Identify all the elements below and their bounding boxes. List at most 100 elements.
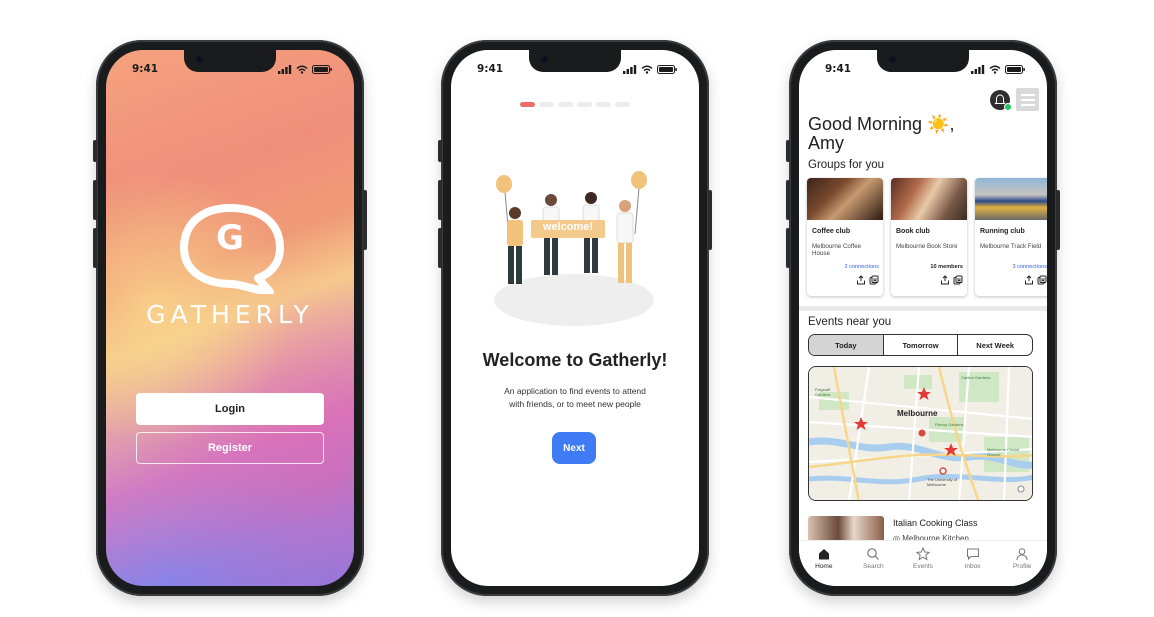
status-time: 9:41 — [132, 63, 159, 75]
battery-icon — [1005, 64, 1025, 74]
share-icon[interactable] — [1024, 275, 1034, 285]
logo-letter: G — [216, 218, 244, 258]
save-icon[interactable] — [869, 275, 879, 285]
share-icon[interactable] — [856, 275, 866, 285]
volume-down-button — [438, 228, 442, 268]
tab-next-week[interactable]: Next Week — [958, 335, 1032, 355]
menu-bar — [1020, 93, 1035, 96]
map-place-label: The University of Melbourne — [927, 477, 958, 487]
nav-inbox[interactable]: Inbox — [953, 547, 993, 586]
phone-home: 9:41 Good Morning ☀️, Amy Groups for you… — [786, 40, 1060, 596]
events-section-title: Events near you — [808, 316, 892, 328]
save-icon[interactable] — [1037, 275, 1047, 285]
group-location: Melbourne Coffee House — [812, 243, 862, 257]
power-button — [1056, 190, 1060, 250]
brand-name: GATHERLY — [146, 300, 314, 329]
nav-label: Profile — [1012, 563, 1032, 570]
map-place-label: Melbourne Cricket Ground — [987, 447, 1020, 457]
signal-icon — [278, 64, 292, 74]
events-map[interactable]: Melbourne Flagstaff Gardens Fitzroy Gard… — [808, 366, 1033, 501]
volume-up-button — [786, 180, 790, 220]
map-place-label: Carlton Gardens — [961, 375, 991, 380]
volume-down-button — [786, 228, 790, 268]
nav-profile[interactable]: Profile — [1002, 547, 1042, 586]
tab-today[interactable]: Today — [809, 335, 884, 355]
group-actions — [1024, 275, 1047, 285]
home-icon — [818, 549, 829, 560]
greeting-name: Amy — [808, 133, 844, 153]
register-button[interactable]: Register — [136, 432, 324, 464]
power-button — [363, 190, 367, 250]
progress-dot — [539, 102, 554, 107]
notifications-avatar-button[interactable] — [990, 89, 1012, 111]
search-icon — [867, 548, 880, 560]
volume-down-button — [93, 228, 97, 268]
wifi-icon — [989, 65, 1001, 74]
group-name: Coffee club — [812, 228, 851, 235]
group-meta: 2 connections — [844, 264, 879, 270]
welcome-illustration — [494, 171, 654, 326]
menu-bar — [1020, 98, 1035, 101]
map-city-label: Melbourne — [897, 409, 938, 418]
group-meta: 3 connections — [1012, 264, 1047, 270]
nav-label: Home — [815, 563, 833, 570]
volume-up-button — [93, 180, 97, 220]
nav-label: Events — [913, 563, 933, 570]
progress-dot — [596, 102, 611, 107]
group-location: Melbourne Track Field — [980, 243, 1042, 250]
date-filter-tabs: Today Tomorrow Next Week — [808, 334, 1033, 356]
brand-logo: G GATHERLY — [106, 200, 354, 329]
status-bar: 9:41 — [825, 62, 1025, 76]
header-actions — [990, 88, 1039, 111]
volume-up-button — [438, 180, 442, 220]
nav-label: Inbox — [964, 563, 981, 570]
wifi-icon — [641, 65, 653, 74]
group-card[interactable]: Book club Melbourne Book Store 10 member… — [891, 178, 967, 296]
share-icon[interactable] — [940, 275, 950, 285]
event-title: Italian Cooking Class — [893, 518, 978, 528]
section-divider — [799, 306, 1047, 311]
mute-switch — [438, 140, 442, 162]
group-meta: 10 members — [930, 264, 963, 270]
signal-icon — [623, 64, 637, 74]
online-indicator — [1004, 102, 1012, 111]
coffee-photo — [807, 178, 883, 220]
group-card[interactable]: Coffee club Melbourne Coffee House 2 con… — [807, 178, 883, 296]
nav-home[interactable]: Home — [804, 547, 844, 586]
groups-carousel[interactable]: Coffee club Melbourne Coffee House 2 con… — [807, 178, 1047, 296]
power-button — [708, 190, 712, 250]
splash-screen: 9:41 G GATHERLY Login Register — [106, 50, 354, 586]
welcome-subtitle-line1: An application to find events to attend — [504, 386, 646, 396]
book-photo — [891, 178, 967, 220]
battery-icon — [657, 64, 677, 74]
status-icons — [971, 64, 1025, 74]
status-icons — [278, 64, 332, 74]
progress-dot-active — [520, 102, 535, 107]
tab-tomorrow[interactable]: Tomorrow — [884, 335, 959, 355]
map-place-label: Fitzroy Gardens — [935, 422, 964, 427]
running-photo — [975, 178, 1047, 220]
nav-label: Search — [863, 563, 884, 570]
mockup-stage: 9:41 G GATHERLY Login Register 9:41 welc… — [0, 0, 1154, 617]
next-button[interactable]: Next — [552, 432, 596, 464]
status-bar: 9:41 — [477, 62, 677, 76]
nav-search[interactable]: Search — [853, 547, 893, 586]
welcome-subtitle: An application to find events to attend … — [491, 385, 659, 411]
phone-splash: 9:41 G GATHERLY Login Register — [93, 40, 367, 596]
onboarding-screen: 9:41 welcome! Welcome to Gatherly! An ap… — [451, 50, 699, 586]
mute-switch — [93, 140, 97, 162]
status-icons — [623, 64, 677, 74]
status-time: 9:41 — [477, 63, 504, 75]
group-location: Melbourne Book Store — [896, 243, 958, 250]
menu-button[interactable] — [1016, 88, 1039, 111]
save-icon[interactable] — [953, 275, 963, 285]
progress-dot — [558, 102, 573, 107]
greeting-line1: Good Morning ☀️, — [808, 114, 955, 134]
group-card[interactable]: Running club Melbourne Track Field 3 con… — [975, 178, 1047, 296]
status-time: 9:41 — [825, 63, 852, 75]
home-screen: 9:41 Good Morning ☀️, Amy Groups for you… — [799, 50, 1047, 586]
nav-events[interactable]: Events — [903, 547, 943, 586]
group-name: Book club — [896, 228, 930, 235]
onboarding-progress — [451, 102, 699, 107]
login-button[interactable]: Login — [136, 393, 324, 425]
